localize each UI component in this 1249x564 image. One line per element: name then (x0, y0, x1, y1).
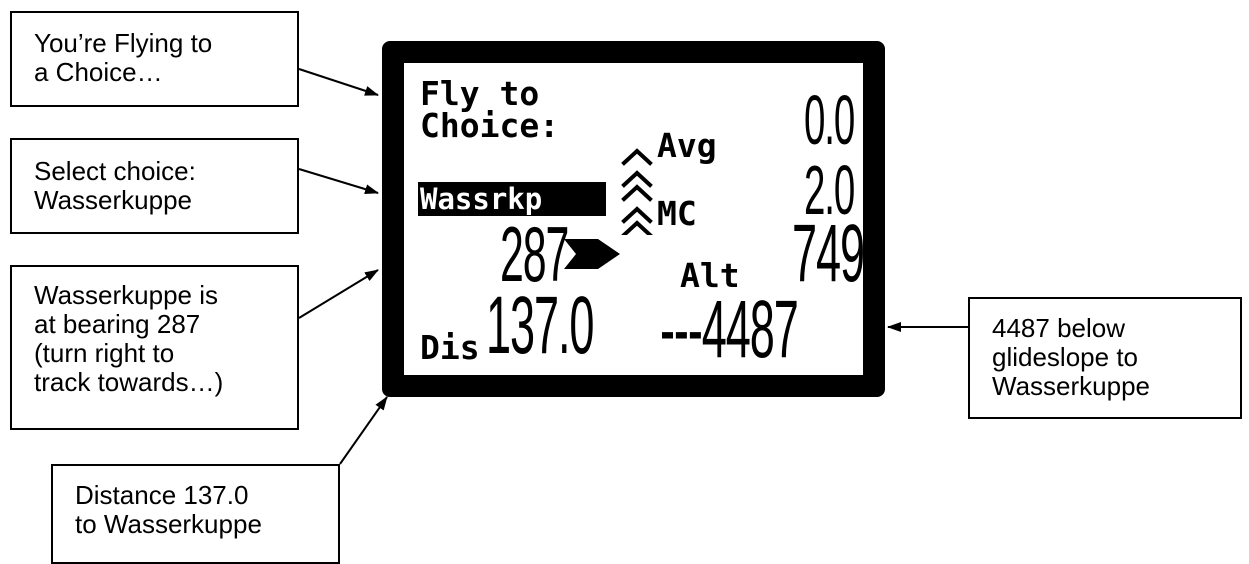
arrow-bearing (298, 269, 379, 319)
arrow-flying-to (298, 68, 379, 96)
connector-arrows (298, 68, 968, 465)
arrow-select-choice (298, 168, 379, 195)
arrow-distance (339, 396, 388, 465)
